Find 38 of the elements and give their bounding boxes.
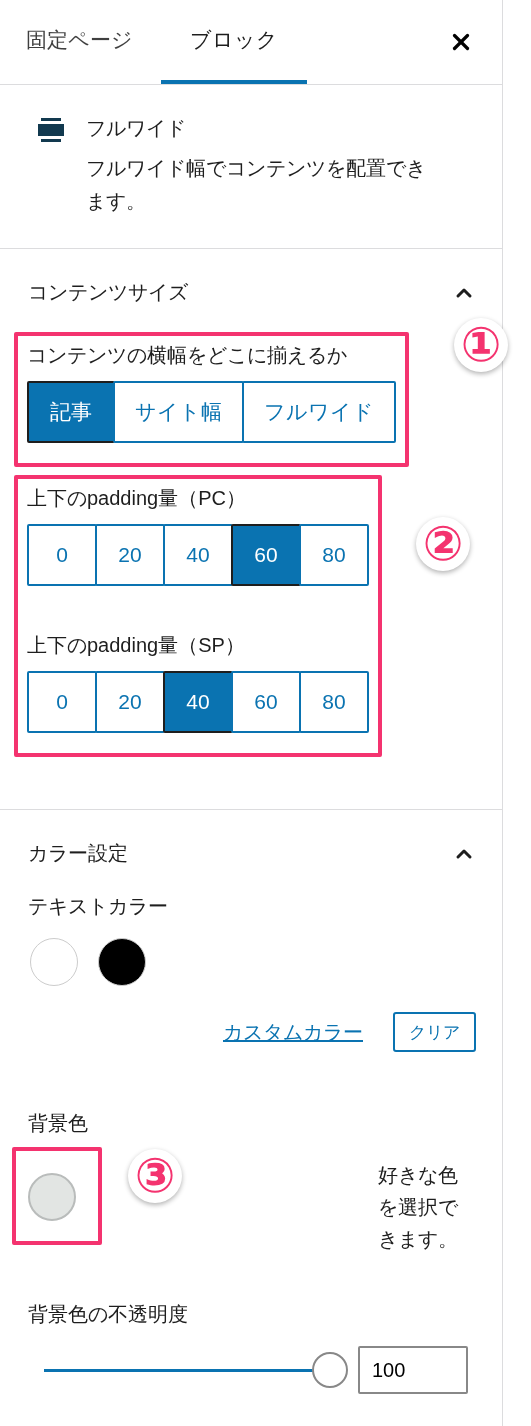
option-button[interactable]: フルワイド [242,381,396,443]
full-width-icon [38,117,64,143]
field-label: 上下のpadding量（PC） [27,486,247,511]
annotation-number: ③ [128,1149,182,1203]
section-header[interactable]: コンテンツサイズ [28,279,476,306]
option-button[interactable]: 0 [27,671,97,733]
option-button[interactable]: 0 [27,524,97,586]
option-button[interactable]: 40 [163,524,233,586]
option-button[interactable]: 60 [231,524,301,586]
option-button[interactable]: 80 [299,671,369,733]
option-button[interactable]: サイト幅 [113,381,244,443]
option-button[interactable]: 80 [299,524,369,586]
option-button[interactable]: 20 [95,524,165,586]
help-text: 好きな色を選択できます。 [378,1163,459,1252]
color-swatch[interactable] [28,1173,76,1221]
clear-button[interactable]: クリア [393,1012,476,1052]
number-field[interactable]: 100 [358,1346,468,1394]
tab[interactable]: 固定ページ [10,0,149,84]
annotation-number: ② [416,517,470,571]
option-button[interactable]: 記事 [27,381,115,443]
field-label: 背景色 [28,1111,89,1136]
slider-thumb[interactable] [312,1351,348,1388]
field-label: 上下のpadding量（SP） [27,633,246,658]
tab[interactable]: ブロック [161,0,307,84]
block-description: フルワイド幅でコンテンツを配置できます。 [86,156,427,214]
field-label: コンテンツの横幅をどこに揃えるか [27,343,348,368]
color-swatch[interactable] [98,938,146,986]
option-button[interactable]: 20 [95,671,165,733]
section-header[interactable]: カラー設定 [28,840,476,867]
opacity-slider[interactable] [44,1352,348,1388]
block-title: フルワイド [86,116,187,141]
custom-color-link[interactable]: カスタムカラー [223,1018,363,1046]
option-button[interactable]: 60 [231,671,301,733]
field-label: 背景色の不透明度 [28,1302,189,1327]
color-swatch[interactable] [30,938,78,986]
option-button[interactable]: 40 [163,671,233,733]
annotation-number: ① [454,318,508,372]
field-label: テキストカラー [28,894,169,919]
